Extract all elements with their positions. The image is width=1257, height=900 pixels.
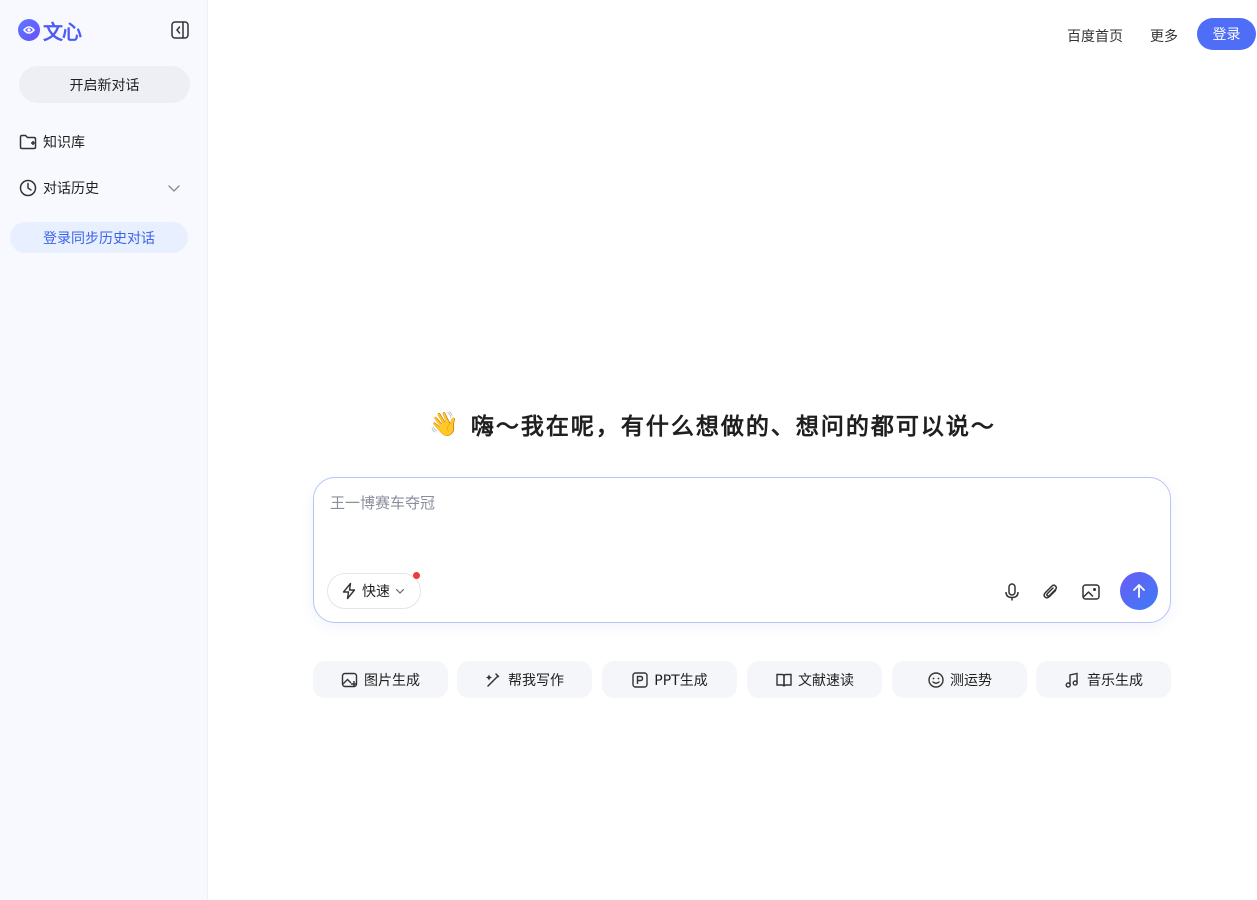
logo-icon bbox=[18, 19, 40, 41]
brand-name: 文心 bbox=[43, 19, 82, 44]
quick-action-label: 文献速读 bbox=[798, 672, 854, 689]
chevron-down-icon[interactable] bbox=[166, 180, 182, 196]
greeting: 👋 嗨～我在呢，有什么想做的、想问的都可以说～ bbox=[429, 406, 996, 442]
image-gen-icon bbox=[341, 671, 359, 689]
sidebar-collapse-icon bbox=[171, 21, 189, 39]
pen-icon bbox=[485, 671, 503, 689]
book-icon bbox=[775, 671, 793, 689]
login-sync-history-button[interactable]: 登录同步历史对话 bbox=[10, 222, 188, 253]
attach-file-button[interactable] bbox=[1040, 581, 1062, 603]
quick-action-label: PPT生成 bbox=[654, 672, 708, 689]
baidu-home-link[interactable]: 百度首页 bbox=[1067, 26, 1123, 46]
new-badge-dot bbox=[413, 572, 420, 579]
upload-image-button[interactable] bbox=[1080, 581, 1102, 603]
quick-action-music-gen[interactable]: 音乐生成 bbox=[1036, 661, 1171, 698]
quick-action-label: 图片生成 bbox=[364, 672, 420, 689]
microphone-icon bbox=[1005, 583, 1019, 601]
clock-icon bbox=[18, 178, 38, 198]
quick-action-label: 帮我写作 bbox=[508, 672, 564, 689]
quick-action-label: 音乐生成 bbox=[1087, 672, 1143, 689]
quick-action-writing[interactable]: 帮我写作 bbox=[457, 661, 592, 698]
chevron-down-icon bbox=[395, 588, 405, 594]
sidebar: 文心 开启新对话 知识库 对话历史 登录同步历史对话 bbox=[0, 0, 208, 900]
quick-action-literature-reading[interactable]: 文献速读 bbox=[747, 661, 882, 698]
login-button[interactable]: 登录 bbox=[1197, 18, 1256, 50]
new-chat-button[interactable]: 开启新对话 bbox=[19, 66, 190, 103]
chat-input-box: 快速 bbox=[313, 477, 1171, 623]
quick-action-image-gen[interactable]: 图片生成 bbox=[313, 661, 448, 698]
folder-icon bbox=[18, 132, 38, 152]
wave-emoji-icon: 👋 bbox=[429, 410, 459, 438]
sidebar-item-label: 对话历史 bbox=[43, 181, 99, 197]
sidebar-item-knowledge-base[interactable]: 知识库 bbox=[18, 131, 188, 153]
sidebar-item-chat-history[interactable]: 对话历史 bbox=[18, 177, 188, 199]
sidebar-item-label: 知识库 bbox=[43, 135, 85, 151]
music-icon bbox=[1064, 671, 1082, 689]
image-icon bbox=[1082, 584, 1100, 600]
quick-action-fortune[interactable]: 测运势 bbox=[892, 661, 1027, 698]
greeting-text: 嗨～我在呢，有什么想做的、想问的都可以说～ bbox=[470, 414, 996, 440]
brand-logo[interactable]: 文心 bbox=[18, 18, 82, 44]
more-link[interactable]: 更多 bbox=[1150, 26, 1178, 46]
send-button[interactable] bbox=[1120, 572, 1158, 610]
collapse-sidebar-button[interactable] bbox=[170, 20, 190, 40]
quick-action-label: 测运势 bbox=[950, 672, 992, 689]
smile-icon bbox=[927, 671, 945, 689]
app: 文心 开启新对话 知识库 对话历史 登录同步历史对话 百度首页 更多 登录 👋 … bbox=[0, 0, 1257, 900]
lightning-icon bbox=[342, 582, 356, 600]
mode-selector[interactable]: 快速 bbox=[327, 572, 421, 609]
ppt-icon bbox=[631, 671, 649, 689]
chat-input[interactable] bbox=[328, 490, 1152, 544]
arrow-up-icon bbox=[1133, 584, 1145, 598]
quick-action-ppt[interactable]: PPT生成 bbox=[602, 661, 737, 698]
voice-input-button[interactable] bbox=[1001, 581, 1023, 603]
paperclip-icon bbox=[1043, 584, 1058, 599]
mode-label: 快速 bbox=[362, 584, 390, 600]
